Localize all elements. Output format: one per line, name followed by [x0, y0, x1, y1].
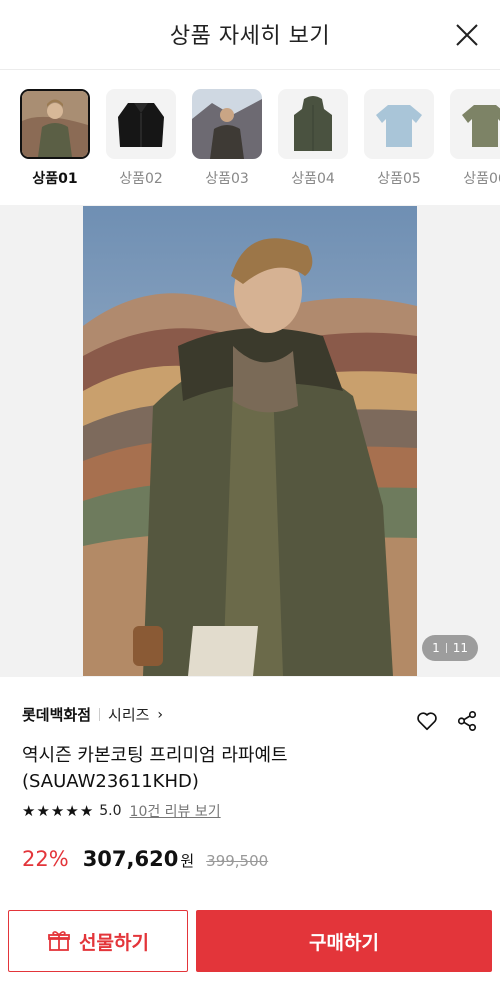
chevron-right-icon[interactable]: › [157, 707, 163, 723]
price-row: 22% 307,620 원 399,500 [22, 847, 268, 871]
series-link[interactable]: 시리즈 [108, 704, 149, 725]
thumbnail-item-04[interactable]: 상품04 [278, 89, 348, 188]
page-title: 상품 자세히 보기 [169, 24, 331, 49]
product-gallery[interactable]: 1 11 [0, 205, 500, 677]
brand-name[interactable]: 롯데백화점 [22, 704, 91, 725]
gift-icon [48, 931, 70, 951]
thumbnail-item-02[interactable]: 상품02 [106, 89, 176, 188]
thumbnail-item-05[interactable]: 상품05 [364, 89, 434, 188]
rating-value: 5.0 [99, 803, 122, 819]
original-price: 399,500 [206, 852, 269, 870]
close-icon[interactable] [454, 22, 480, 48]
star-rating: ★ ★ ★ ★ ★ [22, 801, 94, 820]
thumbnail-item-06[interactable]: 상품06 [450, 89, 500, 188]
thumbnail-image [278, 89, 348, 159]
star-icon: ★ [36, 801, 50, 820]
buy-button-label: 구매하기 [309, 931, 379, 954]
thumbnail-strip: 상품01 상품02 상품03 상품04 상품05 상품0 [0, 70, 500, 205]
header: 상품 자세히 보기 [0, 0, 500, 70]
brand-divider [99, 708, 101, 721]
currency-unit: 원 [180, 852, 195, 870]
product-main-image [83, 206, 417, 676]
product-actions [416, 710, 478, 732]
sale-price: 307,620 [82, 847, 179, 871]
star-icon: ★ [50, 801, 65, 820]
share-icon[interactable] [456, 710, 478, 732]
thumbnail-label: 상품03 [205, 171, 249, 187]
thumbnail-image [450, 89, 500, 159]
product-name-line2: (SAUAW23611KHD) [22, 771, 199, 792]
brand-row: 롯데백화점 시리즈 › [22, 704, 163, 725]
image-counter: 1 11 [422, 635, 478, 661]
discount-rate: 22% [22, 847, 69, 871]
bottom-action-bar: 선물하기 구매하기 [0, 906, 500, 991]
star-icon: ★ [22, 801, 36, 820]
gift-button[interactable]: 선물하기 [8, 910, 188, 972]
thumbnail-label: 상품04 [291, 171, 335, 187]
buy-button[interactable]: 구매하기 [196, 910, 492, 972]
heart-icon[interactable] [416, 710, 438, 732]
current-image-number: 1 [432, 641, 440, 655]
product-name: 역시즌 카본코팅 프리미엄 라파예트 (SAUAW23611KHD) [22, 743, 382, 795]
thumbnail-item-03[interactable]: 상품03 [192, 89, 262, 188]
total-image-count: 11 [452, 641, 468, 655]
review-link[interactable]: 10건 리뷰 보기 [130, 801, 221, 821]
counter-divider [445, 643, 447, 653]
thumbnail-label: 상품06 [463, 171, 500, 187]
thumbnail-image [192, 89, 262, 159]
product-name-line1: 역시즌 카본코팅 프리미엄 라파예트 [22, 745, 288, 766]
thumbnail-image [106, 89, 176, 159]
thumbnail-image [20, 89, 90, 159]
thumbnail-label: 상품05 [377, 171, 421, 187]
thumbnail-label: 상품02 [119, 171, 163, 187]
thumbnail-image [364, 89, 434, 159]
rating-row: ★ ★ ★ ★ ★ 5.0 10건 리뷰 보기 [22, 801, 221, 821]
star-icon: ★ [65, 801, 79, 820]
thumbnail-label: 상품01 [32, 171, 78, 187]
gift-button-label: 선물하기 [79, 931, 149, 954]
star-icon: ★ [79, 801, 94, 820]
thumbnail-item-01[interactable]: 상품01 [20, 89, 90, 188]
